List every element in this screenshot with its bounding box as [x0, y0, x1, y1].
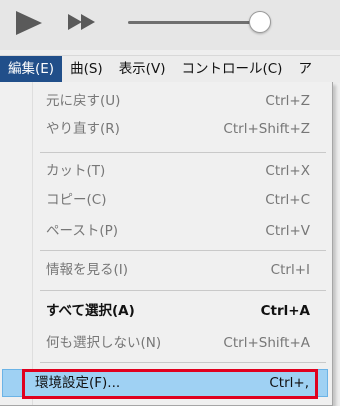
menu-item-label: コピー(C) [46, 192, 107, 208]
menu-item-shortcut: Ctrl+, [269, 375, 309, 391]
menu-item-label: ペースト(P) [46, 223, 118, 239]
menu-item-label: すべて選択(A) [46, 303, 135, 319]
menu-item-shortcut: Ctrl+C [265, 192, 310, 208]
menu-item-redo[interactable]: やり直す(R) Ctrl+Shift+Z [0, 116, 330, 142]
menu-item-select-none[interactable]: 何も選択しない(N) Ctrl+Shift+A [0, 330, 330, 356]
menu-item-shortcut: Ctrl+V [265, 223, 310, 239]
menu-separator [40, 362, 326, 363]
menu-item-cut[interactable]: カット(T) Ctrl+X [0, 158, 330, 184]
menu-item-label: 何も選択しない(N) [46, 335, 162, 351]
menu-item-get-info[interactable]: 情報を見る(I) Ctrl+I [0, 257, 330, 283]
edit-menu-dropdown: 元に戻す(U) Ctrl+Z やり直す(R) Ctrl+Shift+Z カット(… [0, 82, 333, 406]
fast-forward-icon [68, 14, 95, 30]
volume-slider[interactable] [128, 8, 278, 36]
menu-item-shortcut: Ctrl+X [265, 163, 310, 179]
menu-view[interactable]: 表示(V) [111, 56, 174, 83]
menu-separator [40, 290, 326, 291]
menu-item-shortcut: Ctrl+I [270, 262, 310, 278]
menu-item-shortcut: Ctrl+Shift+A [223, 335, 310, 351]
menu-item-shortcut: Ctrl+A [260, 303, 310, 319]
menu-controls[interactable]: コントロール(C) [173, 56, 290, 83]
menu-item-shortcut: Ctrl+Z [265, 93, 310, 109]
play-button[interactable] [14, 10, 46, 36]
menu-item-label: 元に戻す(U) [46, 93, 121, 109]
menu-song[interactable]: 曲(S) [62, 56, 111, 83]
menu-item-undo[interactable]: 元に戻す(U) Ctrl+Z [0, 88, 330, 114]
menu-bar: 編集(E) 曲(S) 表示(V) コントロール(C) ア [0, 55, 340, 83]
volume-slider-track [128, 21, 258, 24]
menu-item-label: 情報を見る(I) [46, 262, 129, 278]
menu-separator [40, 250, 326, 251]
menu-separator [40, 152, 326, 153]
menu-item-label: 環境設定(F)... [35, 375, 121, 391]
fast-forward-button[interactable] [67, 12, 99, 32]
play-icon [16, 11, 42, 35]
menu-item-select-all[interactable]: すべて選択(A) Ctrl+A [0, 298, 330, 324]
menu-item-copy[interactable]: コピー(C) Ctrl+C [0, 187, 330, 213]
menu-item-label: カット(T) [46, 163, 106, 179]
menu-item-preferences[interactable]: 環境設定(F)... Ctrl+, [2, 369, 328, 397]
menu-edit[interactable]: 編集(E) [0, 56, 63, 83]
player-toolbar [0, 0, 340, 50]
menu-item-shortcut: Ctrl+Shift+Z [223, 121, 310, 137]
menu-item-label: やり直す(R) [46, 121, 120, 137]
volume-slider-thumb[interactable] [249, 11, 271, 33]
menu-account[interactable]: ア [290, 56, 320, 83]
menu-item-paste[interactable]: ペースト(P) Ctrl+V [0, 218, 330, 244]
